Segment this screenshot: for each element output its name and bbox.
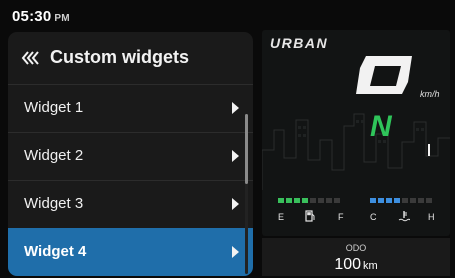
custom-widgets-panel: Custom widgets Widget 1 Widget 2 Widget … xyxy=(8,32,253,276)
fuel-pump-icon xyxy=(305,210,315,222)
fuel-segment xyxy=(334,198,340,203)
temp-segment xyxy=(378,198,384,203)
clock-ampm: PM xyxy=(54,13,70,24)
temp-hot-label: H xyxy=(428,212,435,222)
fuel-segment xyxy=(326,198,332,203)
list-item-widget-3[interactable]: Widget 3 xyxy=(8,180,253,228)
odometer-number: 100 xyxy=(334,256,362,273)
temp-segment xyxy=(426,198,432,203)
gear-indicator: N xyxy=(370,110,392,143)
fuel-full-label: F xyxy=(338,212,344,222)
chevron-right-icon xyxy=(232,102,239,114)
temp-segment xyxy=(394,198,400,203)
odometer-unit: km xyxy=(363,260,378,272)
temp-segment xyxy=(410,198,416,203)
fuel-segment xyxy=(294,198,300,203)
list-item-widget-1[interactable]: Widget 1 xyxy=(8,84,253,132)
temp-gauge-bar xyxy=(370,198,432,204)
list-item-widget-2[interactable]: Widget 2 xyxy=(8,132,253,180)
chevron-right-icon xyxy=(232,246,239,258)
chevron-right-icon xyxy=(232,198,239,210)
odometer-value: 100 km xyxy=(262,256,450,274)
odometer-label: ODO xyxy=(345,243,367,253)
fuel-segment xyxy=(310,198,316,203)
coolant-temp-icon xyxy=(398,211,410,222)
temp-segment xyxy=(370,198,376,203)
instrument-cluster: URBAN km/h N E F C H xyxy=(262,30,450,236)
fuel-segment xyxy=(302,198,308,203)
list-item-label: Widget 3 xyxy=(24,195,84,212)
fuel-gauge-bar xyxy=(278,198,340,204)
temp-segment xyxy=(402,198,408,203)
widget-list: Widget 1 Widget 2 Widget 3 Widget 4 xyxy=(8,84,253,276)
fuel-empty-label: E xyxy=(278,212,285,222)
panel-title: Custom widgets xyxy=(50,47,190,67)
list-item-widget-4[interactable]: Widget 4 xyxy=(8,228,253,276)
clock-time: 05:30 xyxy=(12,8,52,25)
tick-indicator xyxy=(428,144,430,156)
list-item-label: Widget 4 xyxy=(24,243,87,260)
fuel-segment xyxy=(278,198,284,203)
speed-unit: km/h xyxy=(420,89,440,99)
temp-segment xyxy=(386,198,392,203)
fuel-segment xyxy=(286,198,292,203)
list-item-label: Widget 2 xyxy=(24,147,84,164)
panel-header: Custom widgets xyxy=(8,32,253,84)
fuel-segment xyxy=(318,198,324,203)
status-time: 05:30 PM xyxy=(12,8,70,25)
chevron-right-icon xyxy=(232,150,239,162)
list-item-label: Widget 1 xyxy=(24,99,84,116)
temp-segment xyxy=(418,198,424,203)
scrollbar-thumb[interactable] xyxy=(245,114,248,184)
temp-cold-label: C xyxy=(370,212,377,222)
back-chevrons-icon[interactable] xyxy=(20,49,42,67)
odometer: ODO 100 km xyxy=(262,238,450,276)
scrollbar[interactable] xyxy=(245,114,248,274)
